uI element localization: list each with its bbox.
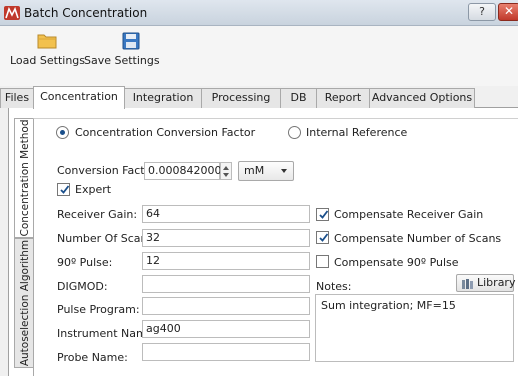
receiver-gain-input[interactable]: 64 [142,205,310,223]
radio-conversion-factor[interactable] [56,126,69,139]
load-settings-button[interactable]: Load Settings [10,32,85,67]
digmod-input[interactable] [142,275,310,293]
pulse-program-input[interactable] [142,297,310,315]
tab-db[interactable]: DB [280,88,317,108]
expert-label: Expert [75,183,112,196]
save-settings-button[interactable]: Save Settings [84,32,178,67]
checkmark-icon [60,185,70,194]
instrument-name-input[interactable]: ag400 [142,320,310,338]
library-label: Library [477,276,516,289]
pulse-90-label: 90º Pulse: [57,256,113,269]
compensate-number-of-scans-checkbox[interactable] [316,231,329,244]
help-button[interactable]: ? [468,3,496,21]
radio-internal-reference-label: Internal Reference [306,126,408,139]
close-button[interactable]: ✕ [498,3,518,21]
tab-integration[interactable]: Integration [124,88,202,108]
pulse-program-label: Pulse Program: [57,303,140,316]
tab-advanced-options[interactable]: Advanced Options [369,88,475,108]
expert-checkbox[interactable] [57,183,70,196]
compensate-90-pulse-checkbox[interactable] [316,255,329,268]
compensate-90-pulse-label: Compensate 90º Pulse [334,256,459,269]
load-settings-label: Load Settings [10,54,86,67]
toolbar: Load Settings Save Settings [0,26,518,86]
receiver-gain-label: Receiver Gain: [57,208,138,221]
save-settings-label: Save Settings [84,54,160,67]
radio-conversion-factor-label: Concentration Conversion Factor [75,126,256,139]
app-logo-icon [4,6,20,20]
side-tab-concentration-method-label: Concentration Method [18,119,31,237]
number-of-scans-input[interactable]: 32 [142,229,310,247]
compensate-receiver-gain-checkbox[interactable] [316,208,329,221]
library-button[interactable]: Library [456,274,516,292]
tab-report[interactable]: Report [316,88,370,108]
compensate-number-of-scans-label: Compensate Number of Scans [334,232,502,245]
stepper-down-icon[interactable] [223,173,229,177]
checkmark-icon [319,233,329,242]
tab-concentration[interactable]: Concentration [33,86,125,109]
side-tab-concentration-method[interactable]: Concentration Method [14,118,34,238]
notes-label: Notes: [316,280,352,293]
checkmark-icon [319,210,329,219]
unit-select-value: mM [244,164,265,177]
unit-select[interactable]: mM [238,161,294,181]
chevron-down-icon [281,169,287,173]
probe-name-input[interactable] [142,343,310,361]
notes-textarea[interactable]: Sum integration; MF=15 [315,294,514,362]
tab-processing[interactable]: Processing [201,88,281,108]
tab-files[interactable]: Files [0,88,34,108]
books-icon [462,279,473,289]
probe-name-label: Probe Name: [57,351,128,364]
title-bar: Batch Concentration ? ✕ [0,0,518,26]
stepper-up-icon[interactable] [223,166,229,170]
pulse-90-input[interactable]: 12 [142,252,310,270]
side-tab-autoselection-algorithm[interactable]: Autoselection Algorithm [14,238,34,368]
folder-icon [37,34,57,49]
floppy-disk-icon [122,32,140,50]
digmod-label: DIGMOD: [57,280,108,293]
radio-internal-reference[interactable] [288,126,301,139]
side-tab-autoselection-algorithm-label: Autoselection Algorithm [18,239,31,367]
tab-bar: Files Concentration Integration Processi… [0,86,518,109]
compensate-receiver-gain-label: Compensate Receiver Gain [334,208,484,221]
window-title: Batch Concentration [24,6,148,20]
conversion-factor-input[interactable]: 0.0008420000 [144,162,228,180]
conversion-factor-stepper[interactable] [220,162,232,180]
